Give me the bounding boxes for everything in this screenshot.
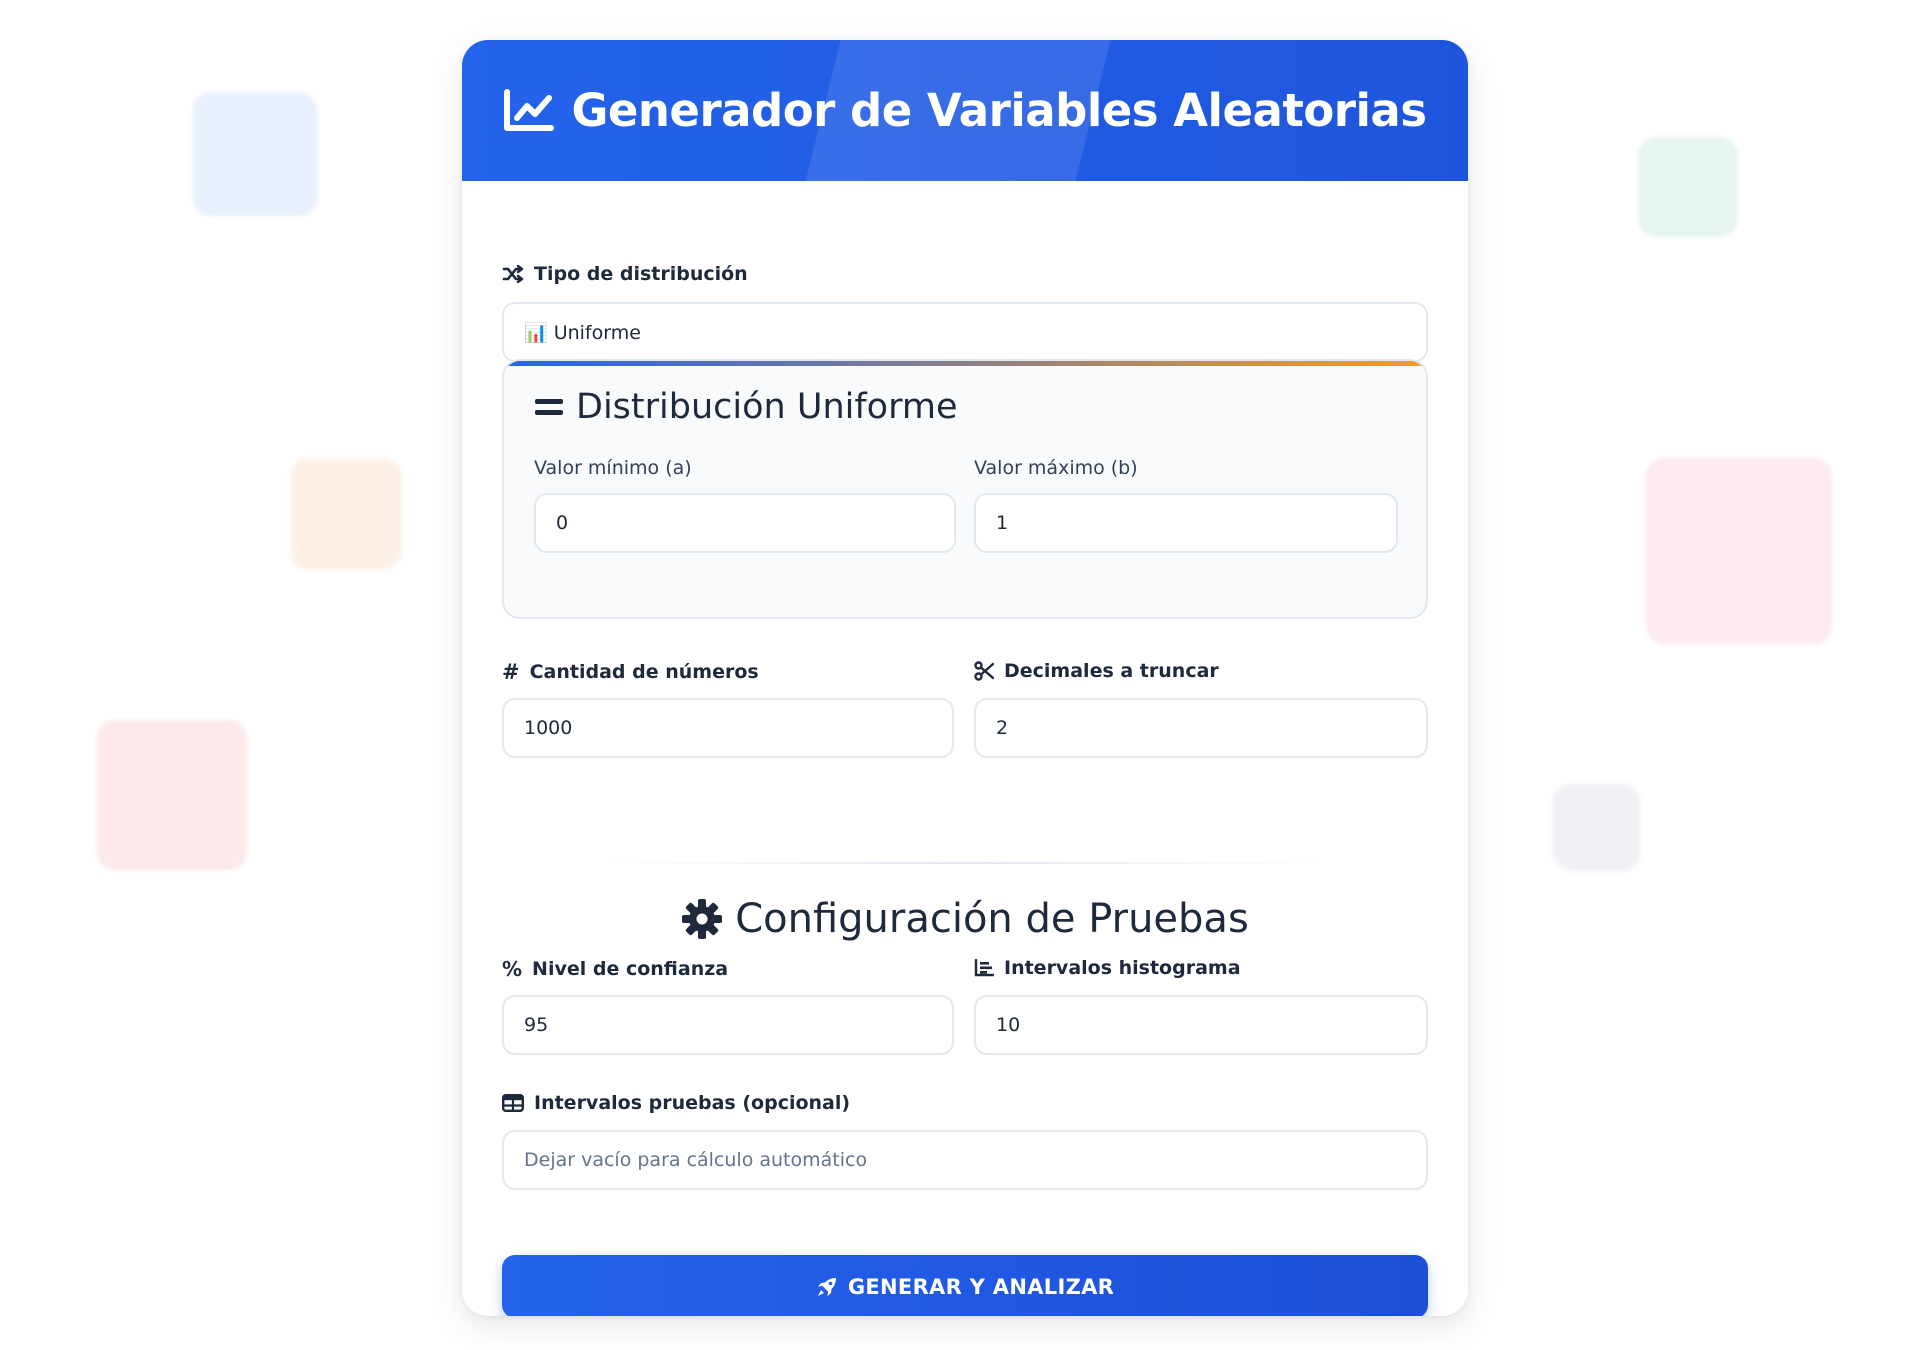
decimals-input[interactable]: 2 xyxy=(974,698,1428,758)
bar-chart-icon xyxy=(974,959,994,977)
hashtag-icon: # xyxy=(502,660,520,684)
test-intervals-input[interactable]: Dejar vacío para cálculo automático xyxy=(502,1130,1428,1190)
quantity-label-text: Cantidad de números xyxy=(529,661,759,683)
gear-icon xyxy=(681,898,723,940)
decimals-label-text: Decimales a truncar xyxy=(1004,660,1219,682)
chart-line-icon xyxy=(503,88,555,134)
test-intervals-label-text: Intervalos pruebas (opcional) xyxy=(534,1092,851,1114)
uniform-params-panel: Distribución Uniforme Valor mínimo (a) 0… xyxy=(502,359,1428,619)
quantity-label: # Cantidad de números xyxy=(502,660,759,684)
max-value-label: Valor máximo (b) xyxy=(974,457,1138,479)
scissors-icon xyxy=(974,661,994,681)
histogram-intervals-label-text: Intervalos histograma xyxy=(1004,957,1241,979)
distribution-select[interactable]: 📊 Uniforme xyxy=(502,302,1428,362)
confidence-label-text: Nivel de confianza xyxy=(532,958,729,980)
min-value-input[interactable]: 0 xyxy=(534,493,956,553)
confidence-input[interactable]: 95 xyxy=(502,995,954,1055)
panel-accent-bar xyxy=(504,361,1426,366)
section-divider xyxy=(602,862,1328,864)
page-title: Generador de Variables Aleatorias xyxy=(571,84,1427,137)
percent-icon: % xyxy=(502,957,523,981)
table-icon xyxy=(502,1094,524,1112)
equals-icon xyxy=(534,396,564,418)
generate-button-label: GENERAR Y ANALIZAR xyxy=(847,1274,1115,1299)
test-intervals-label: Intervalos pruebas (opcional) xyxy=(502,1092,850,1114)
card-header: Generador de Variables Aleatorias xyxy=(462,40,1468,181)
distribution-type-label-text: Tipo de distribución xyxy=(534,263,748,285)
decorative-blob xyxy=(290,458,402,570)
decimals-label: Decimales a truncar xyxy=(974,660,1219,682)
decorative-blob xyxy=(1638,137,1738,237)
generate-button[interactable]: GENERAR Y ANALIZAR xyxy=(502,1255,1428,1316)
quantity-input[interactable]: 1000 xyxy=(502,698,954,758)
histogram-intervals-label: Intervalos histograma xyxy=(974,957,1241,979)
uniform-panel-title: Distribución Uniforme xyxy=(534,387,958,427)
decorative-blob xyxy=(193,92,317,216)
generator-card: Generador de Variables Aleatorias Tipo d… xyxy=(462,40,1468,1316)
confidence-label: % Nivel de confianza xyxy=(502,957,728,981)
decorative-blob xyxy=(1553,784,1640,871)
min-value-label: Valor mínimo (a) xyxy=(534,457,692,479)
shuffle-icon xyxy=(502,265,524,283)
histogram-intervals-input[interactable]: 10 xyxy=(974,995,1428,1055)
rocket-icon xyxy=(816,1276,838,1298)
decorative-blob xyxy=(1646,458,1832,644)
tests-section-title-text: Configuración de Pruebas xyxy=(735,896,1249,942)
max-value-input[interactable]: 1 xyxy=(974,493,1398,553)
uniform-panel-title-text: Distribución Uniforme xyxy=(576,387,958,427)
distribution-type-label: Tipo de distribución xyxy=(502,263,748,285)
tests-section-title: Configuración de Pruebas xyxy=(502,896,1428,942)
decorative-blob xyxy=(97,720,247,870)
